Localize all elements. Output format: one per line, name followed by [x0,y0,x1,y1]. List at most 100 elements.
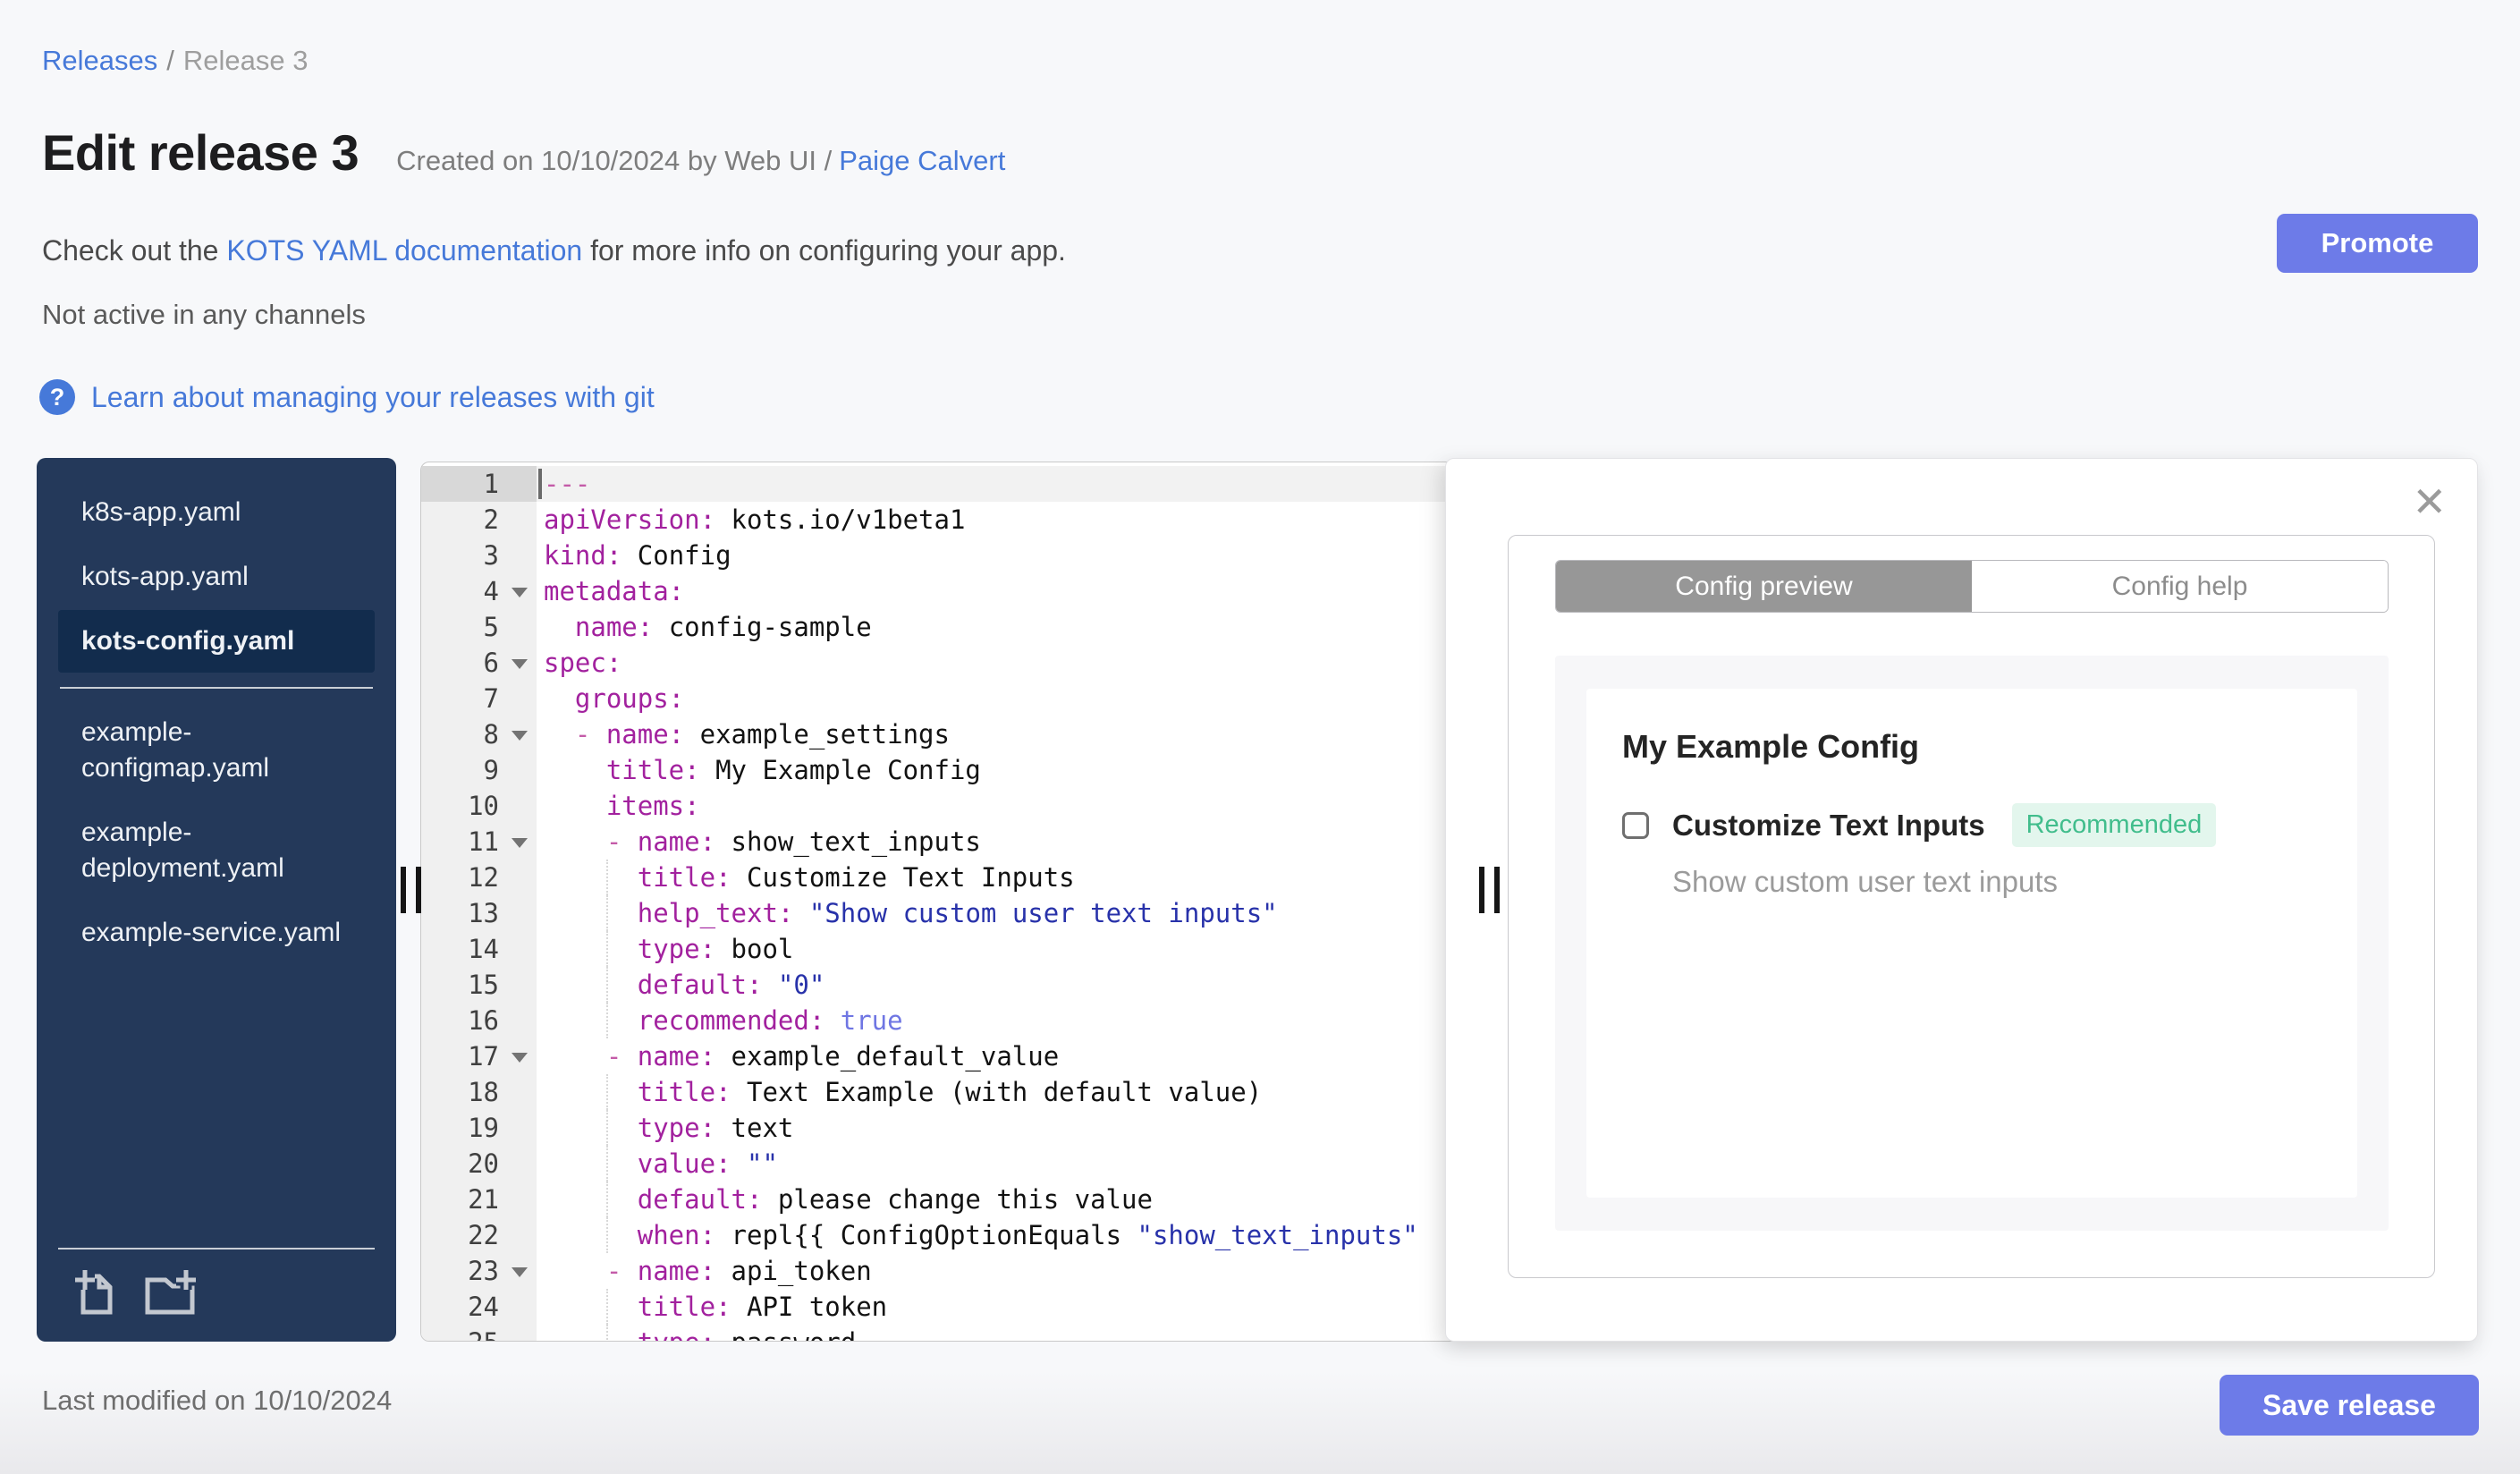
fold-arrow-icon[interactable] [512,1053,528,1063]
gutter-line-number: 16 [421,1003,537,1038]
tab-config-help[interactable]: Config help [1972,561,2388,612]
question-mark-icon: ? [39,379,75,415]
fold-arrow-icon[interactable] [512,731,528,741]
kots-yaml-docs-link[interactable]: KOTS YAML documentation [226,234,582,267]
yaml-editor[interactable]: 1 --- 2 apiVersion: kots.io/v1beta1 3 kind: C… [420,462,1517,1342]
gutter-line-number: 25 [421,1325,537,1341]
add-file-icon [75,1270,113,1315]
gutter-line-number: 5 [421,609,537,645]
gutter-line-number: 1 [421,466,537,502]
sidebar-divider [60,687,373,689]
code-line-25[interactable]: 25 type: password [421,1325,1516,1341]
gutter-line-number: 2 [421,502,537,538]
last-modified: Last modified on 10/10/2024 [42,1385,393,1416]
gutter-line-number: 22 [421,1217,537,1253]
code-line-15[interactable]: 15 default: "0" [421,967,1516,1003]
gutter-line-number: 9 [421,752,537,788]
add-folder-icon [145,1270,196,1315]
gutter-line-number: 4 [421,573,537,609]
gutter-line-number: 18 [421,1074,537,1110]
code-line-11[interactable]: 11 - name: show_text_inputs [421,824,1516,860]
sidebar-resize-handle[interactable] [394,867,427,913]
code-line-20[interactable]: 20 value: "" [421,1146,1516,1182]
config-item-label[interactable]: Customize Text Inputs [1672,809,1985,843]
gutter-line-number: 17 [421,1038,537,1074]
channel-status: Not active in any channels [42,299,366,330]
author-link[interactable]: Paige Calvert [839,145,1005,176]
docs-line: Check out the KOTS YAML documentation fo… [42,234,1066,267]
gutter-line-number: 3 [421,538,537,573]
config-tabs: Config preview Config help [1555,560,2389,613]
code-line-19[interactable]: 19 type: text [421,1110,1516,1146]
sidebar-actions [58,1248,375,1342]
code-line-7[interactable]: 7 groups: [421,681,1516,716]
breadcrumb: Releases / Release 3 [42,45,308,77]
sidebar-file-example-service.yaml[interactable]: example-service.yaml [58,902,375,964]
breadcrumb-separator: / [166,45,174,76]
code-line-17[interactable]: 17 - name: example_default_value [421,1038,1516,1074]
code-line-6[interactable]: 6 spec: [421,645,1516,681]
sidebar-file-example-configmap.yaml[interactable]: example-configmap.yaml [58,701,375,800]
git-releases-link[interactable]: Learn about managing your releases with … [91,381,655,414]
code-line-8[interactable]: 8 - name: example_settings [421,716,1516,752]
code-line-23[interactable]: 23 - name: api_token [421,1253,1516,1289]
panel-resize-handle[interactable] [1473,867,1505,913]
config-item-row: Customize Text Inputs Recommended [1622,803,2321,847]
git-help-line: ? Learn about managing your releases wit… [39,379,655,415]
sidebar-file-kots-app.yaml[interactable]: kots-app.yaml [58,546,375,608]
code-line-13[interactable]: 13 help_text: "Show custom user text inp… [421,895,1516,931]
code-line-18[interactable]: 18 title: Text Example (with default val… [421,1074,1516,1110]
page: Releases / Release 3 Edit release 3 Create… [0,0,2520,1474]
code-line-14[interactable]: 14 type: bool [421,931,1516,967]
release-workbench: k8s-app.yaml kots-app.yaml kots-config.yam… [37,458,2479,1342]
fold-arrow-icon[interactable] [512,1267,528,1277]
file-sidebar: k8s-app.yaml kots-app.yaml kots-config.yam… [37,458,396,1342]
gutter-line-number: 7 [421,681,537,716]
code-line-3[interactable]: 3 kind: Config [421,538,1516,573]
promote-button[interactable]: Promote [2277,214,2478,273]
code-line-21[interactable]: 21 default: please change this value [421,1182,1516,1217]
code-line-2[interactable]: 2 apiVersion: kots.io/v1beta1 [421,502,1516,538]
recommended-badge: Recommended [2011,803,2217,847]
breadcrumb-releases-link[interactable]: Releases [42,45,157,76]
code-line-12[interactable]: 12 title: Customize Text Inputs [421,860,1516,895]
close-icon[interactable]: ✕ [2406,480,2452,523]
sidebar-file-k8s-app.yaml[interactable]: k8s-app.yaml [58,481,375,544]
fold-arrow-icon[interactable] [512,588,528,597]
gutter-line-number: 21 [421,1182,537,1217]
gutter-line-number: 19 [421,1110,537,1146]
gutter-line-number: 13 [421,895,537,931]
code-line-4[interactable]: 4 metadata: [421,573,1516,609]
header: Edit release 3 Created on 10/10/2024 by … [42,123,1005,182]
sidebar-file-example-deployment.yaml[interactable]: example-deployment.yaml [58,801,375,900]
fold-arrow-icon[interactable] [512,659,528,669]
add-file-button[interactable] [72,1267,119,1320]
config-group-title: My Example Config [1622,728,1920,765]
customize-text-inputs-checkbox[interactable] [1622,811,1649,839]
gutter-line-number: 15 [421,967,537,1003]
code-line-22[interactable]: 22 when: repl{{ ConfigOptionEquals "show… [421,1217,1516,1253]
code-line-9[interactable]: 9 title: My Example Config [421,752,1516,788]
code-line-10[interactable]: 10 items: [421,788,1516,824]
config-item-help: Show custom user text inputs [1672,865,2059,898]
config-panel-inner: Config preview Config help My Example Con… [1508,535,2435,1278]
code-line-16[interactable]: 16 recommended: true [421,1003,1516,1038]
fold-arrow-icon[interactable] [512,838,528,848]
tab-config-preview[interactable]: Config preview [1556,561,1972,612]
add-folder-button[interactable] [142,1267,198,1320]
config-preview-area: My Example Config Customize Text Inputs … [1555,656,2389,1231]
gutter-line-number: 20 [421,1146,537,1182]
code-line-5[interactable]: 5 name: config-sample [421,609,1516,645]
gutter-line-number: 23 [421,1253,537,1289]
code-line-1[interactable]: 1 --- [421,466,1516,502]
save-release-button[interactable]: Save release [2220,1375,2479,1436]
code-line-24[interactable]: 24 title: API token [421,1289,1516,1325]
gutter-line-number: 6 [421,645,537,681]
created-prefix: Created on 10/10/2024 by Web UI / [396,145,833,176]
breadcrumb-current: Release 3 [182,45,309,76]
gutter-line-number: 12 [421,860,537,895]
gutter-line-number: 10 [421,788,537,824]
gutter-line-number: 11 [421,824,537,860]
sidebar-file-kots-config.yaml[interactable]: kots-config.yaml [58,610,375,673]
created-info: Created on 10/10/2024 by Web UI / Paige C… [396,145,1005,177]
